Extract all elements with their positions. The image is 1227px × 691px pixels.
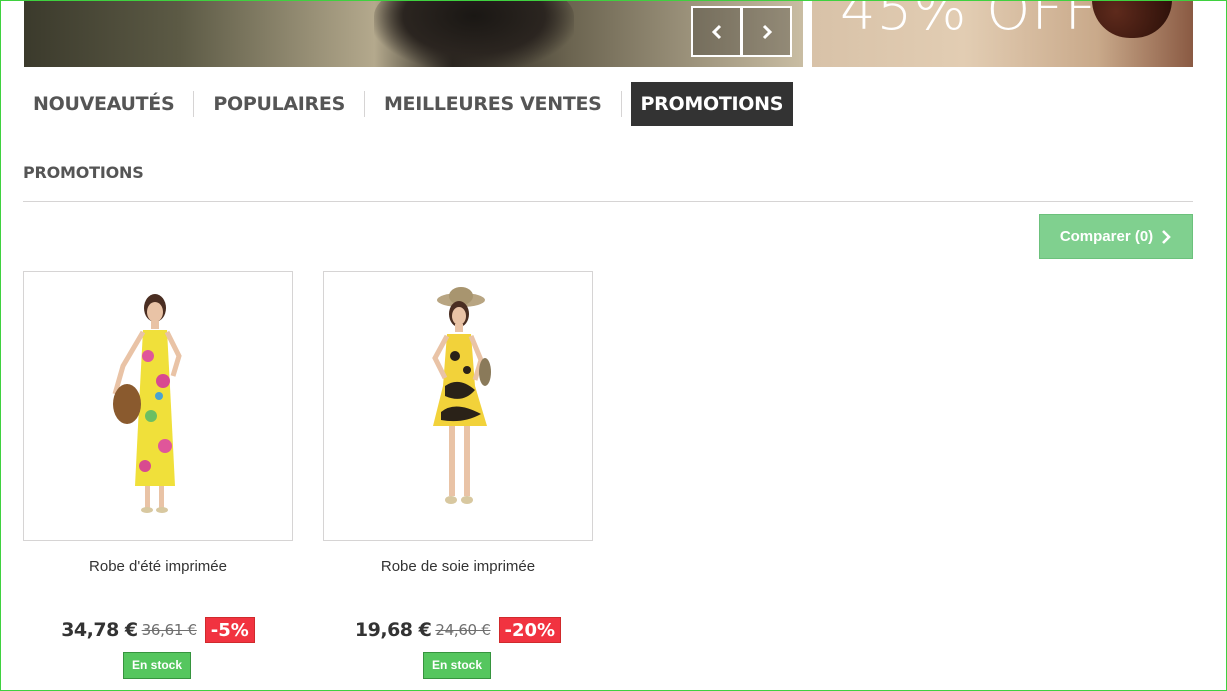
dress-model-image	[432, 287, 491, 504]
product-tabs: NOUVEAUTÉS POPULAIRES MEILLEURES VENTES …	[23, 82, 794, 126]
discount-badge: -5%	[204, 617, 255, 643]
slider-next-button[interactable]	[741, 6, 792, 57]
slider-prev-button[interactable]	[691, 6, 742, 57]
product-name[interactable]: Robe de soie imprimée	[323, 558, 593, 575]
banner-right-image[interactable]: 45% OFF	[812, 0, 1193, 67]
product-price: 19,68 €	[354, 619, 432, 641]
product-old-price: 36,61 €	[141, 621, 197, 639]
compare-button[interactable]: Comparer (0)	[1039, 214, 1193, 259]
product-prices: 19,68 € 24,60 € -20%	[323, 617, 593, 643]
product-name[interactable]: Robe d'été imprimée	[23, 558, 293, 575]
stock-badge: En stock	[423, 652, 492, 679]
stock-badge: En stock	[123, 652, 192, 679]
dress-model-image	[112, 294, 182, 513]
tab-populaires[interactable]: POPULAIRES	[203, 82, 355, 126]
section-divider	[23, 201, 1193, 202]
chevron-right-icon	[1162, 229, 1172, 244]
banner-promo-text: 45% OFF	[840, 0, 1098, 43]
product-image[interactable]	[23, 271, 293, 541]
discount-badge: -20%	[498, 617, 562, 643]
tab-promotions[interactable]: PROMOTIONS	[630, 82, 794, 126]
tab-meilleures-ventes[interactable]: MEILLEURES VENTES	[374, 82, 612, 126]
banner-figure	[374, 0, 574, 67]
banner-left-image[interactable]	[24, 0, 803, 67]
product-card: Robe d'été imprimée 34,78 € 36,61 € -5% …	[23, 271, 293, 679]
section-title: PROMOTIONS	[23, 163, 144, 182]
tab-nouveautes[interactable]: NOUVEAUTÉS	[23, 82, 184, 126]
compare-label: Comparer (0)	[1059, 228, 1154, 245]
chevron-left-icon	[711, 24, 721, 39]
tab-divider	[193, 91, 195, 117]
tab-divider	[363, 91, 365, 117]
product-price: 34,78 €	[61, 619, 138, 641]
sunglasses-image	[1092, 0, 1172, 38]
product-card: Robe de soie imprimée 19,68 € 24,60 € -2…	[323, 271, 593, 679]
product-image[interactable]	[323, 271, 593, 541]
product-old-price: 24,60 €	[435, 621, 491, 639]
product-prices: 34,78 € 36,61 € -5%	[23, 617, 293, 643]
tab-divider	[620, 91, 622, 117]
chevron-right-icon	[762, 24, 772, 39]
